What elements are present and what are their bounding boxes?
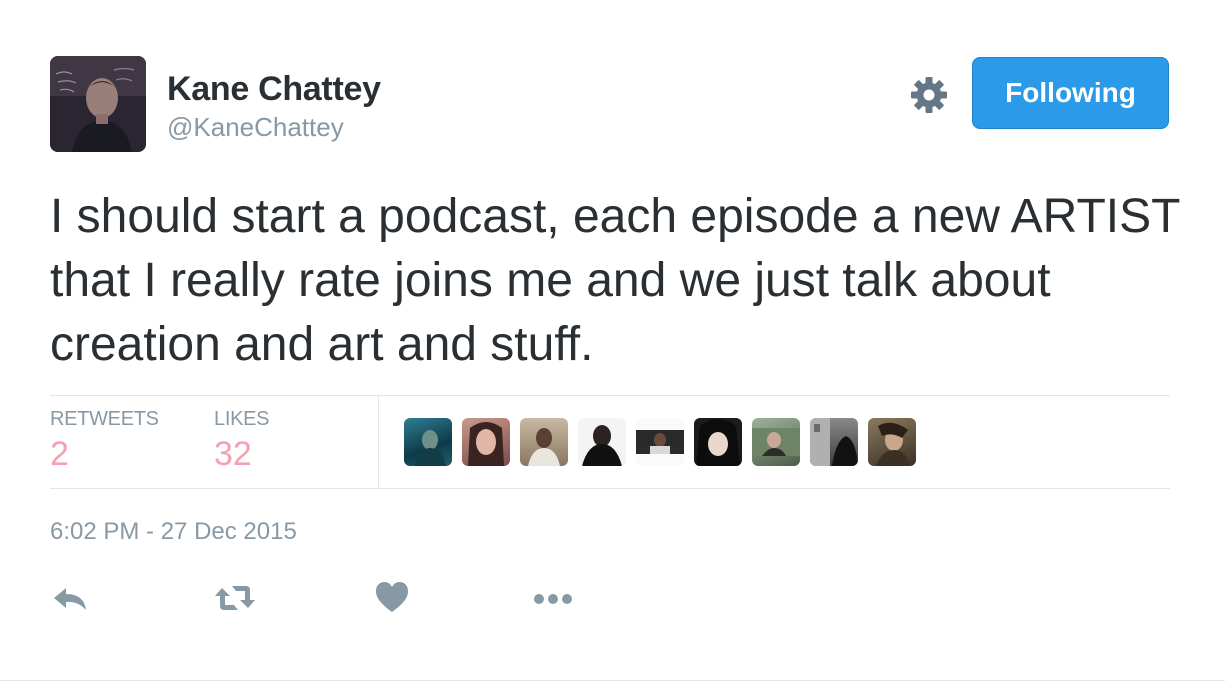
stats-divider xyxy=(378,396,379,488)
divider xyxy=(50,395,1170,396)
liker-avatar-1[interactable] xyxy=(404,418,452,466)
likes-count: 32 xyxy=(214,435,252,473)
liker-avatar-5[interactable] xyxy=(636,418,684,466)
retweets-label: RETWEETS xyxy=(50,408,159,430)
more-icon[interactable] xyxy=(532,578,576,618)
liker-avatar-8[interactable] xyxy=(810,418,858,466)
tweet-timestamp[interactable]: 6:02 PM - 27 Dec 2015 xyxy=(50,518,297,546)
retweet-icon[interactable] xyxy=(214,578,256,618)
gear-icon[interactable] xyxy=(906,72,952,118)
tweet-card: Kane Chattey @KaneChattey Following I sh… xyxy=(0,0,1225,682)
likes-label: LIKES xyxy=(214,408,270,430)
liker-avatar-2[interactable] xyxy=(462,418,510,466)
heart-icon[interactable] xyxy=(374,578,410,618)
author-avatar[interactable] xyxy=(50,56,146,152)
retweets-count: 2 xyxy=(50,435,69,473)
liker-avatar-4[interactable] xyxy=(578,418,626,466)
likes-stat[interactable]: LIKES 32 xyxy=(214,408,270,474)
liker-avatar-6[interactable] xyxy=(694,418,742,466)
liker-avatar-3[interactable] xyxy=(520,418,568,466)
following-button[interactable]: Following xyxy=(972,57,1169,129)
retweets-stat[interactable]: RETWEETS 2 xyxy=(50,408,159,474)
author-name[interactable]: Kane Chattey xyxy=(167,70,381,109)
divider xyxy=(50,488,1170,489)
liker-avatar-7[interactable] xyxy=(752,418,800,466)
reply-icon[interactable] xyxy=(52,578,88,618)
footer-divider xyxy=(0,680,1225,681)
liker-avatar-9[interactable] xyxy=(868,418,916,466)
author-handle[interactable]: @KaneChattey xyxy=(167,112,344,143)
tweet-text: I should start a podcast, each episode a… xyxy=(50,190,1180,371)
